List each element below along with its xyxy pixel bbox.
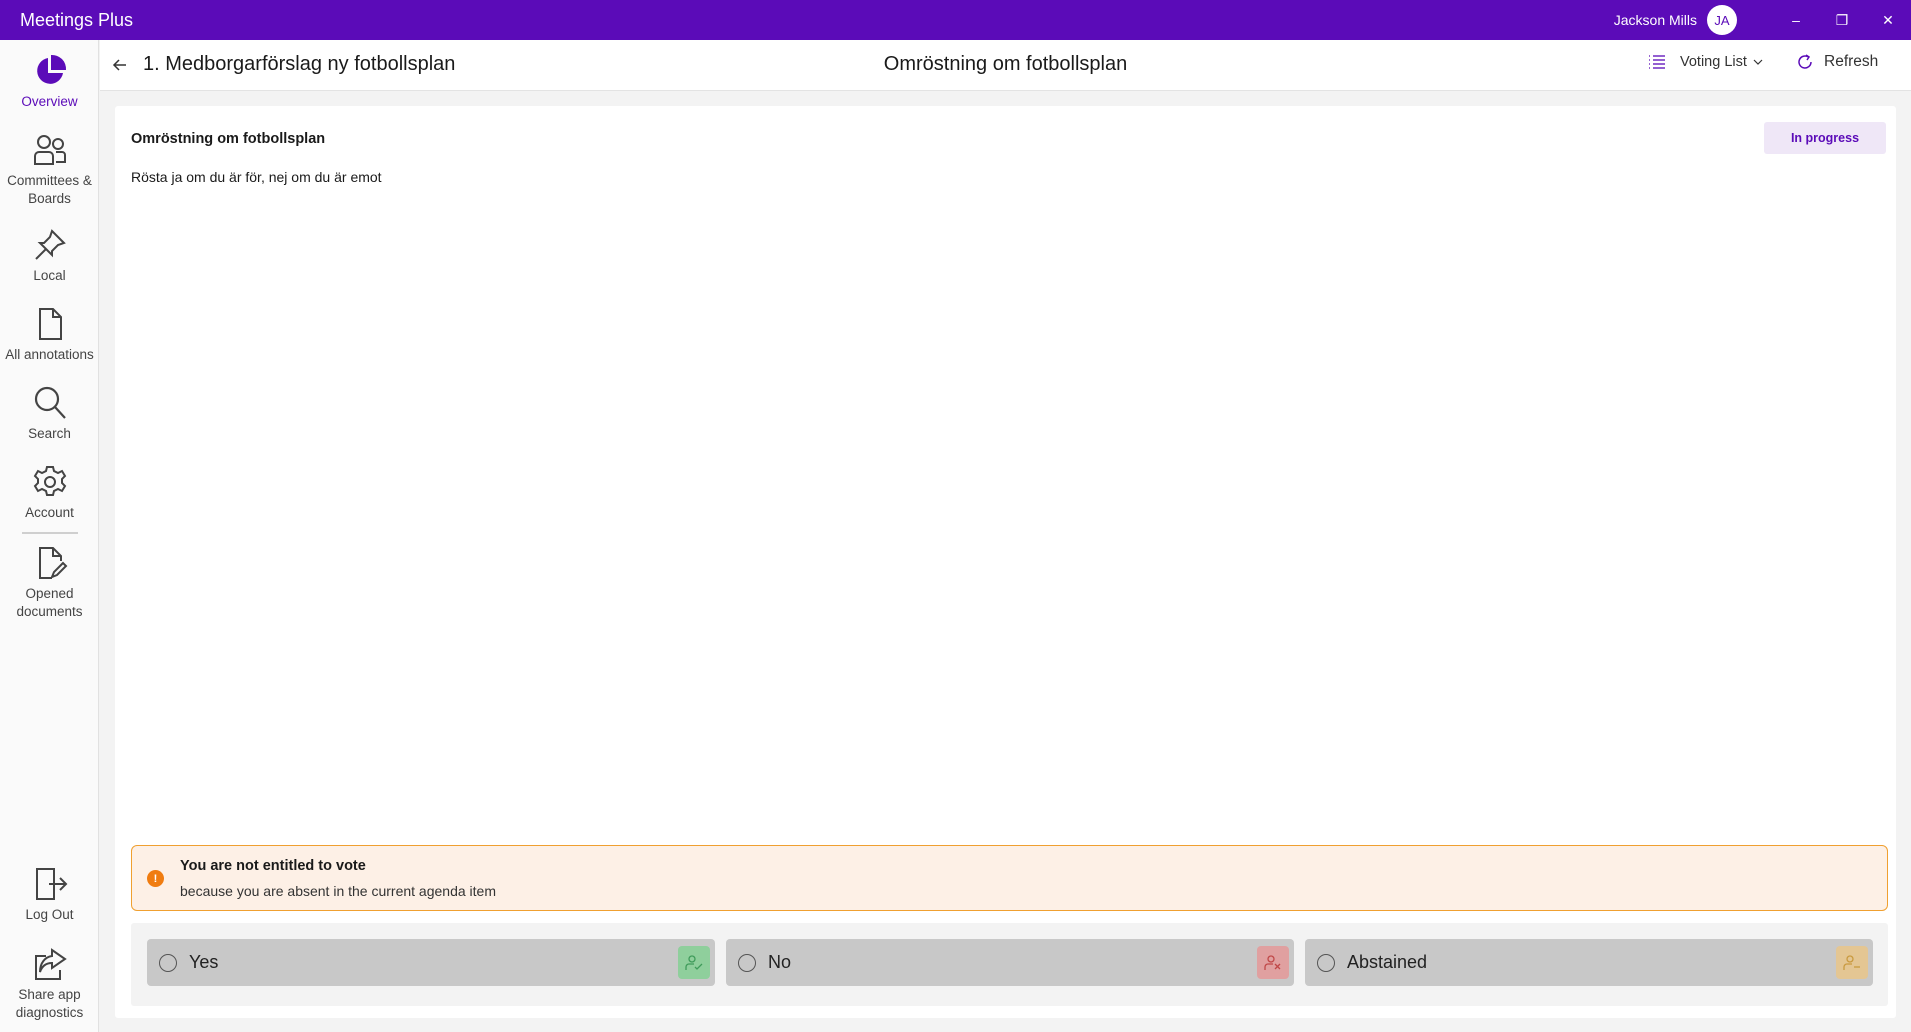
- sidebar-item-committees[interactable]: Committees & Boards: [0, 132, 99, 208]
- status-badge: In progress: [1764, 122, 1886, 154]
- sidebar-item-account[interactable]: Account: [0, 464, 99, 522]
- vote-option-label: No: [768, 952, 792, 972]
- avatar[interactable]: JA: [1707, 5, 1737, 35]
- sidebar-item-label: Share app diagnostics: [15, 987, 84, 1020]
- user-name[interactable]: Jackson Mills: [1614, 12, 1697, 28]
- search-icon: [34, 386, 66, 419]
- voting-list-dropdown[interactable]: Voting List: [1648, 54, 1763, 70]
- refresh-button[interactable]: Refresh: [1796, 53, 1878, 71]
- title-bar: Meetings Plus Jackson Mills JA – ❐ ✕: [0, 0, 1911, 40]
- warning-title: You are not entitled to vote: [180, 858, 366, 874]
- app-title: Meetings Plus: [20, 9, 134, 30]
- vote-option-label: Yes: [189, 952, 219, 972]
- refresh-label: Refresh: [1824, 53, 1879, 70]
- sidebar: Overview Committees & Boards Local All a…: [0, 40, 99, 1032]
- sidebar-item-label: Overview: [21, 94, 78, 109]
- warning-banner: ! You are not entitled to vote because y…: [131, 845, 1888, 911]
- vote-option-abstained[interactable]: Abstained: [1305, 939, 1873, 986]
- refresh-icon: [1798, 54, 1812, 69]
- sidebar-item-label: All annotations: [5, 347, 94, 362]
- document-icon: [38, 308, 62, 340]
- vote-description: Rösta ja om du är för, nej om du är emot: [131, 169, 382, 185]
- sidebar-item-label: Account: [25, 505, 74, 520]
- sidebar-item-annotations[interactable]: All annotations: [0, 306, 99, 364]
- vote-option-label: Abstained: [1347, 952, 1428, 972]
- radio-button[interactable]: [1317, 953, 1335, 972]
- sidebar-item-label: Log Out: [25, 907, 74, 922]
- sidebar-item-label: Local: [33, 268, 66, 283]
- radio-button[interactable]: [159, 953, 177, 972]
- vote-title: Omröstning om fotbollsplan: [131, 131, 326, 147]
- vote-option-no[interactable]: No: [726, 939, 1294, 986]
- logout-icon: [35, 868, 67, 900]
- sidebar-item-label: Committees & Boards: [7, 173, 92, 206]
- sidebar-item-label: Search: [28, 426, 71, 441]
- warning-subtitle: because you are absent in the current ag…: [180, 883, 496, 899]
- pie-chart-icon: [36, 54, 66, 84]
- close-button[interactable]: ✕: [1865, 0, 1911, 40]
- document-edit-icon: [38, 547, 67, 579]
- restore-button[interactable]: ❐: [1819, 0, 1865, 40]
- share-icon: [34, 948, 67, 980]
- sidebar-item-label: Opened documents: [16, 586, 83, 619]
- page-title: Omröstning om fotbollsplan: [883, 53, 1128, 75]
- warning-icon: !: [147, 870, 164, 887]
- chevron-down-icon: [1753, 59, 1763, 65]
- person-cross-icon: [1257, 946, 1289, 979]
- sidebar-item-share-diagnostics[interactable]: Share app diagnostics: [0, 946, 99, 1022]
- sidebar-item-overview[interactable]: Overview: [0, 53, 99, 111]
- radio-button[interactable]: [738, 953, 756, 972]
- person-check-icon: [678, 946, 710, 979]
- sidebar-item-search[interactable]: Search: [0, 385, 99, 443]
- vote-card: Omröstning om fotbollsplan Rösta ja om d…: [115, 106, 1896, 1018]
- list-icon: [1649, 55, 1665, 69]
- sidebar-item-local[interactable]: Local: [0, 227, 99, 285]
- minimize-button[interactable]: –: [1773, 0, 1819, 40]
- people-icon: [33, 135, 66, 165]
- gear-icon: [33, 466, 66, 496]
- person-dash-icon: [1836, 946, 1868, 979]
- vote-option-yes[interactable]: Yes: [147, 939, 715, 986]
- title-bar-right: Jackson Mills JA – ❐ ✕: [1614, 0, 1911, 40]
- sidebar-item-logout[interactable]: Log Out: [0, 866, 99, 924]
- voting-list-label: Voting List: [1680, 54, 1747, 70]
- sidebar-item-opened-documents[interactable]: Opened documents: [0, 545, 99, 621]
- vote-options-panel: Yes No Abstained: [131, 923, 1888, 1006]
- pin-icon: [34, 229, 66, 260]
- page-header: 1. Medborgarförslag ny fotbollsplan Omrö…: [100, 40, 1911, 91]
- sidebar-divider: [22, 532, 78, 534]
